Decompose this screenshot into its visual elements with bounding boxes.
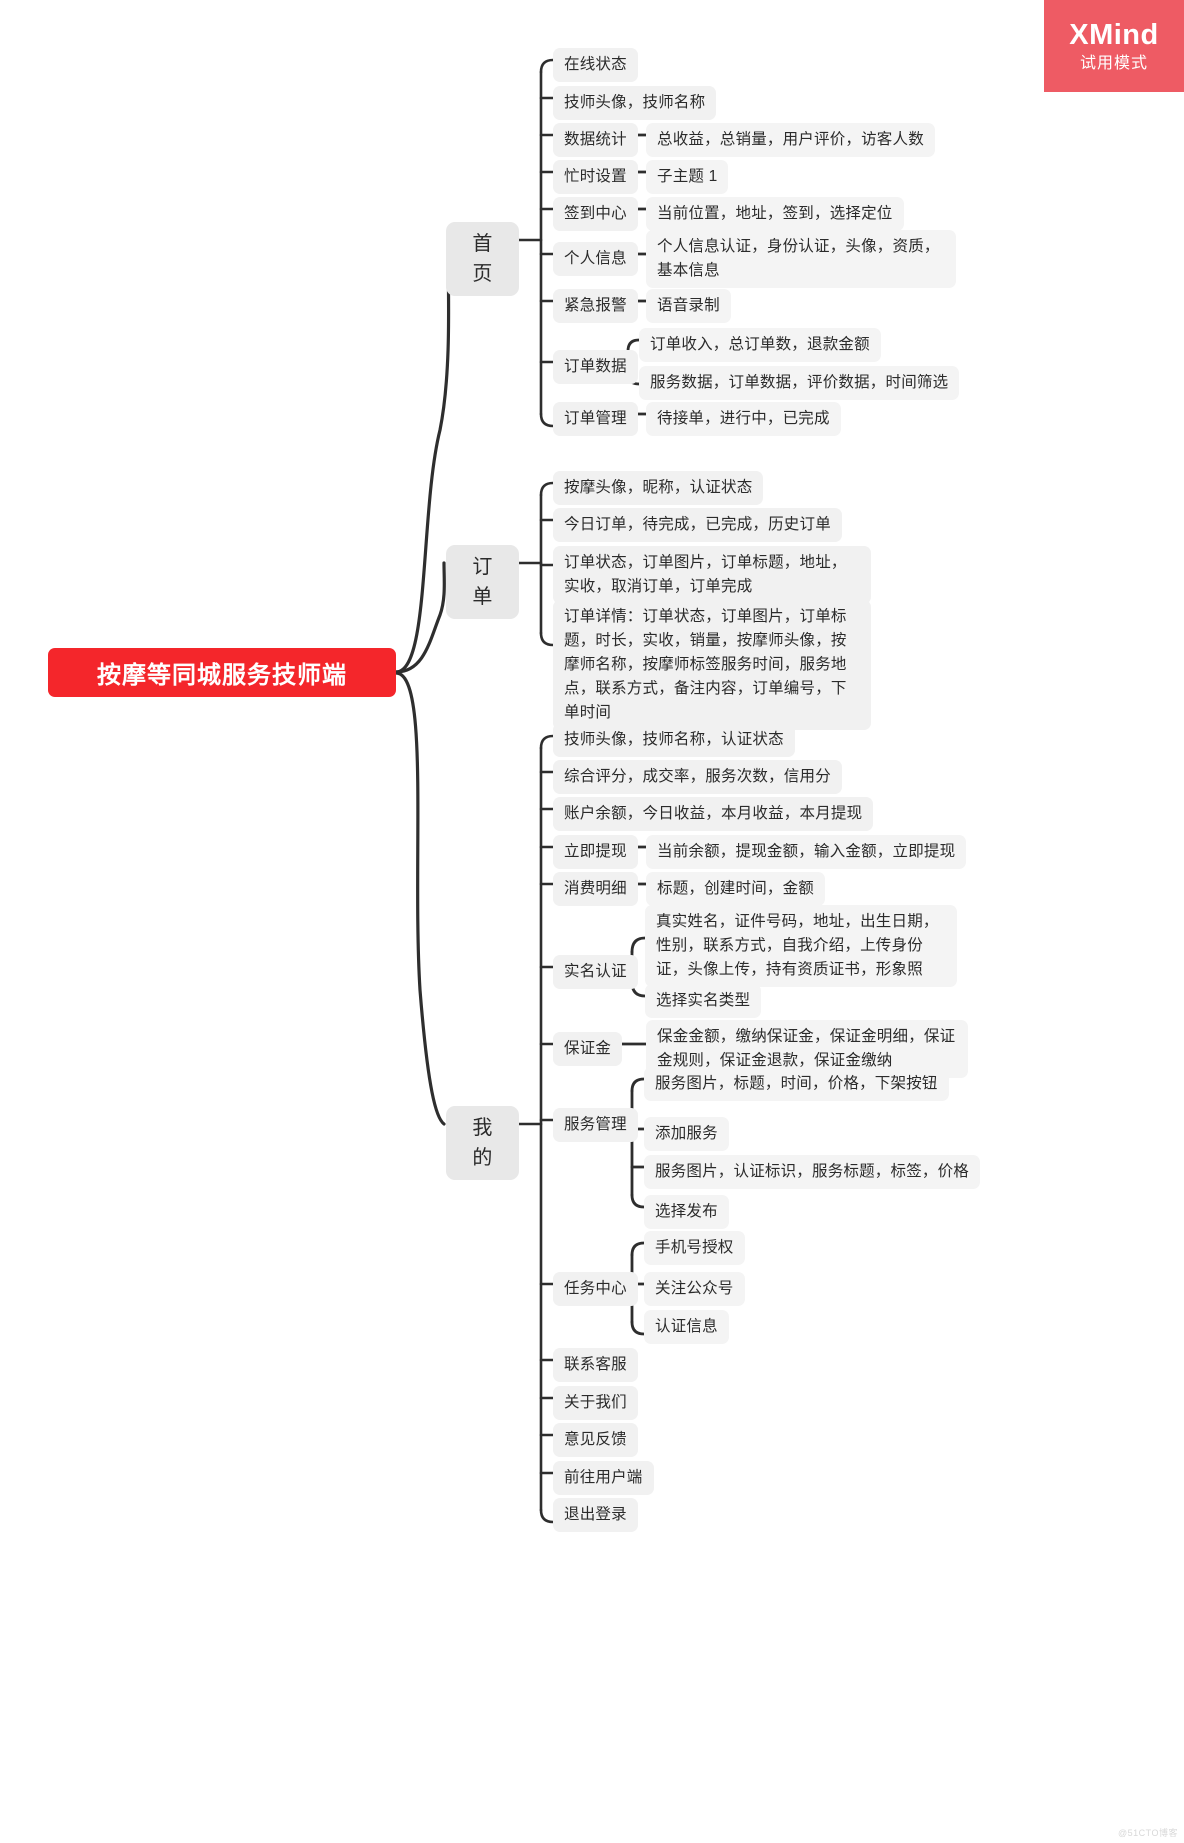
topic-logout[interactable]: 退出登录 (553, 1498, 638, 1532)
subtopic-realname-type[interactable]: 选择实名类型 (645, 984, 762, 1018)
subtopic-service-info[interactable]: 服务图片，认证标识，服务标题，标签，价格 (644, 1155, 981, 1189)
topic-deposit[interactable]: 保证金 (553, 1032, 623, 1066)
topic-today-orders[interactable]: 今日订单，待完成，已完成，历史订单 (553, 508, 842, 542)
mindmap-canvas: 按摩等同城服务技师端 首页 在线状态 技师头像，技师名称 数据统计 总收益，总销… (0, 0, 1184, 1843)
subtopic-select-publish[interactable]: 选择发布 (644, 1195, 729, 1229)
subtopic-add-service[interactable]: 添加服务 (644, 1117, 729, 1151)
subtopic-data-stats[interactable]: 总收益，总销量，用户评价，访客人数 (646, 123, 935, 157)
topic-service-manage[interactable]: 服务管理 (553, 1108, 638, 1142)
topic-tech-identity[interactable]: 技师头像，技师名称，认证状态 (553, 723, 795, 757)
topic-tech-avatar[interactable]: 技师头像，技师名称 (553, 86, 717, 120)
topic-checkin-center[interactable]: 签到中心 (553, 197, 638, 231)
subtopic-withdraw-now[interactable]: 当前余额，提现金额，输入金额，立即提现 (646, 835, 967, 869)
topic-account-balance[interactable]: 账户余额，今日收益，本月收益，本月提现 (553, 797, 874, 831)
subtopic-personal-info[interactable]: 个人信息认证，身份认证，头像，资质，基本信息 (646, 230, 956, 288)
branch-node-mine[interactable]: 我的 (446, 1106, 519, 1180)
subtopic-checkin[interactable]: 当前位置，地址，签到，选择定位 (646, 197, 904, 231)
topic-contact-support[interactable]: 联系客服 (553, 1348, 638, 1382)
branch-node-orders[interactable]: 订单 (446, 545, 519, 619)
topic-emergency-alarm[interactable]: 紧急报警 (553, 289, 638, 323)
topic-rating[interactable]: 综合评分，成交率，服务次数，信用分 (553, 760, 842, 794)
topic-massage-profile[interactable]: 按摩头像，昵称，认证状态 (553, 471, 764, 505)
subtopic-service-card[interactable]: 服务图片，标题，时间，价格，下架按钮 (644, 1067, 949, 1101)
topic-order-data[interactable]: 订单数据 (553, 350, 638, 384)
xmind-logo-text: XMind (1069, 18, 1159, 51)
topic-data-stats[interactable]: 数据统计 (553, 123, 638, 157)
topic-expense-detail[interactable]: 消费明细 (553, 872, 638, 906)
subtopic-auth-info[interactable]: 认证信息 (644, 1310, 729, 1344)
topic-realname-auth[interactable]: 实名认证 (553, 955, 638, 989)
topic-order-manage[interactable]: 订单管理 (553, 402, 638, 436)
topic-goto-client[interactable]: 前往用户端 (553, 1461, 654, 1495)
topic-busy-setting[interactable]: 忙时设置 (553, 160, 638, 194)
topic-about-us[interactable]: 关于我们 (553, 1386, 638, 1420)
subtopic-expense-detail[interactable]: 标题，创建时间，金额 (646, 872, 826, 906)
topic-feedback[interactable]: 意见反馈 (553, 1423, 638, 1457)
xmind-trial-label: 试用模式 (1079, 54, 1148, 72)
subtopic-order-manage[interactable]: 待接单，进行中，已完成 (646, 402, 841, 436)
subtopic-phone-auth[interactable]: 手机号授权 (644, 1231, 745, 1265)
watermark-text: @51CTO博客 (1118, 1828, 1178, 1838)
topic-order-status[interactable]: 订单状态，订单图片，订单标题，地址，实收，取消订单，订单完成 (553, 546, 871, 604)
connector-lines (394, 58, 648, 1524)
topic-order-detail[interactable]: 订单详情：订单状态，订单图片，订单标题，时长，实收，销量，按摩师头像，按摩师名称… (553, 600, 871, 730)
branch-node-home[interactable]: 首页 (446, 222, 519, 296)
xmind-trial-badge: XMind 试用模式 (1044, 0, 1184, 92)
topic-withdraw-now[interactable]: 立即提现 (553, 835, 638, 869)
topic-personal-info[interactable]: 个人信息 (553, 242, 638, 276)
subtopic-service-data[interactable]: 服务数据，订单数据，评价数据，时间筛选 (639, 366, 960, 400)
root-node[interactable]: 按摩等同城服务技师端 (48, 648, 396, 697)
subtopic-realname-fields[interactable]: 真实姓名，证件号码，地址，出生日期，性别，联系方式，自我介绍，上传身份证，头像上… (645, 905, 957, 987)
subtopic-order-income[interactable]: 订单收入，总订单数，退款金额 (639, 328, 881, 362)
subtopic-follow-mp[interactable]: 关注公众号 (644, 1272, 745, 1306)
subtopic-voice-record[interactable]: 语音录制 (646, 289, 731, 323)
topic-task-center[interactable]: 任务中心 (553, 1272, 638, 1306)
topic-online-status[interactable]: 在线状态 (553, 48, 638, 82)
subtopic-busy-setting[interactable]: 子主题 1 (646, 160, 729, 194)
